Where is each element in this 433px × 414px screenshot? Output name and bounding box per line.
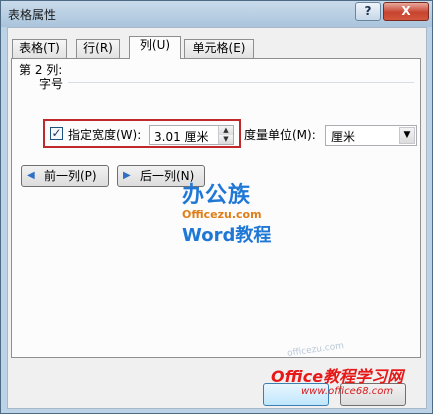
site-watermark-url: www.office68.com xyxy=(301,386,394,397)
logo-title: 办公族 xyxy=(182,183,252,208)
checkmark-icon: ✓ xyxy=(51,126,62,140)
help-icon: ? xyxy=(364,4,372,18)
measure-unit-label: 度量单位(M): xyxy=(244,128,316,142)
size-section-caption: 字号 xyxy=(39,77,64,91)
measure-unit-select[interactable]: 厘米 ▼ xyxy=(325,125,417,146)
dialog-title: 表格属性 xyxy=(8,8,57,22)
measure-unit-value: 厘米 xyxy=(331,130,356,144)
close-button[interactable]: X xyxy=(383,2,429,21)
tab-cell[interactable]: 单元格(E) xyxy=(184,39,254,58)
site-watermark: Office教程学习网 xyxy=(271,367,404,386)
width-value[interactable]: 3.01 厘米 xyxy=(154,128,209,145)
specify-width-checkbox[interactable]: ✓ xyxy=(50,127,63,140)
help-button[interactable]: ? xyxy=(355,2,381,21)
table-properties-dialog: 表格属性 ? X 表格(T) 行(R) 列(U) 单元格(E) 第 2 列: 字… xyxy=(0,0,433,414)
tab-row[interactable]: 行(R) xyxy=(76,39,120,58)
width-spinner: ▲ ▼ xyxy=(218,126,233,144)
dialog-client-area: 表格(T) 行(R) 列(U) 单元格(E) 第 2 列: 字号 ✓ 指定宽度(… xyxy=(7,27,427,409)
arrow-left-icon: ◀ xyxy=(27,170,35,181)
logo-subtitle: Word教程 xyxy=(182,225,272,246)
tab-column[interactable]: 列(U) xyxy=(129,36,181,59)
title-bar: 表格属性 ? X xyxy=(1,1,432,27)
specify-width-label: 指定宽度(W): xyxy=(68,128,142,142)
section-divider xyxy=(68,82,414,83)
spin-up-icon[interactable]: ▲ xyxy=(219,126,233,135)
officezu-logo: 办公族 Officezu.com Word教程 xyxy=(182,177,282,247)
chevron-down-icon[interactable]: ▼ xyxy=(399,127,415,144)
arrow-right-icon: ▶ xyxy=(123,170,131,181)
close-icon: X xyxy=(401,4,411,18)
width-stepper[interactable]: 3.01 厘米 ▲ ▼ xyxy=(149,125,234,145)
logo-domain: Officezu.com xyxy=(182,208,262,221)
column-tab-panel: 第 2 列: 字号 ✓ 指定宽度(W): 3.01 厘米 ▲ ▼ 度量单位(M)… xyxy=(11,58,421,358)
tab-table[interactable]: 表格(T) xyxy=(12,39,67,58)
previous-column-button[interactable]: ◀ 前一列(P) xyxy=(21,165,109,187)
previous-column-label: 前一列(P) xyxy=(44,169,97,183)
spin-down-icon[interactable]: ▼ xyxy=(219,135,233,144)
